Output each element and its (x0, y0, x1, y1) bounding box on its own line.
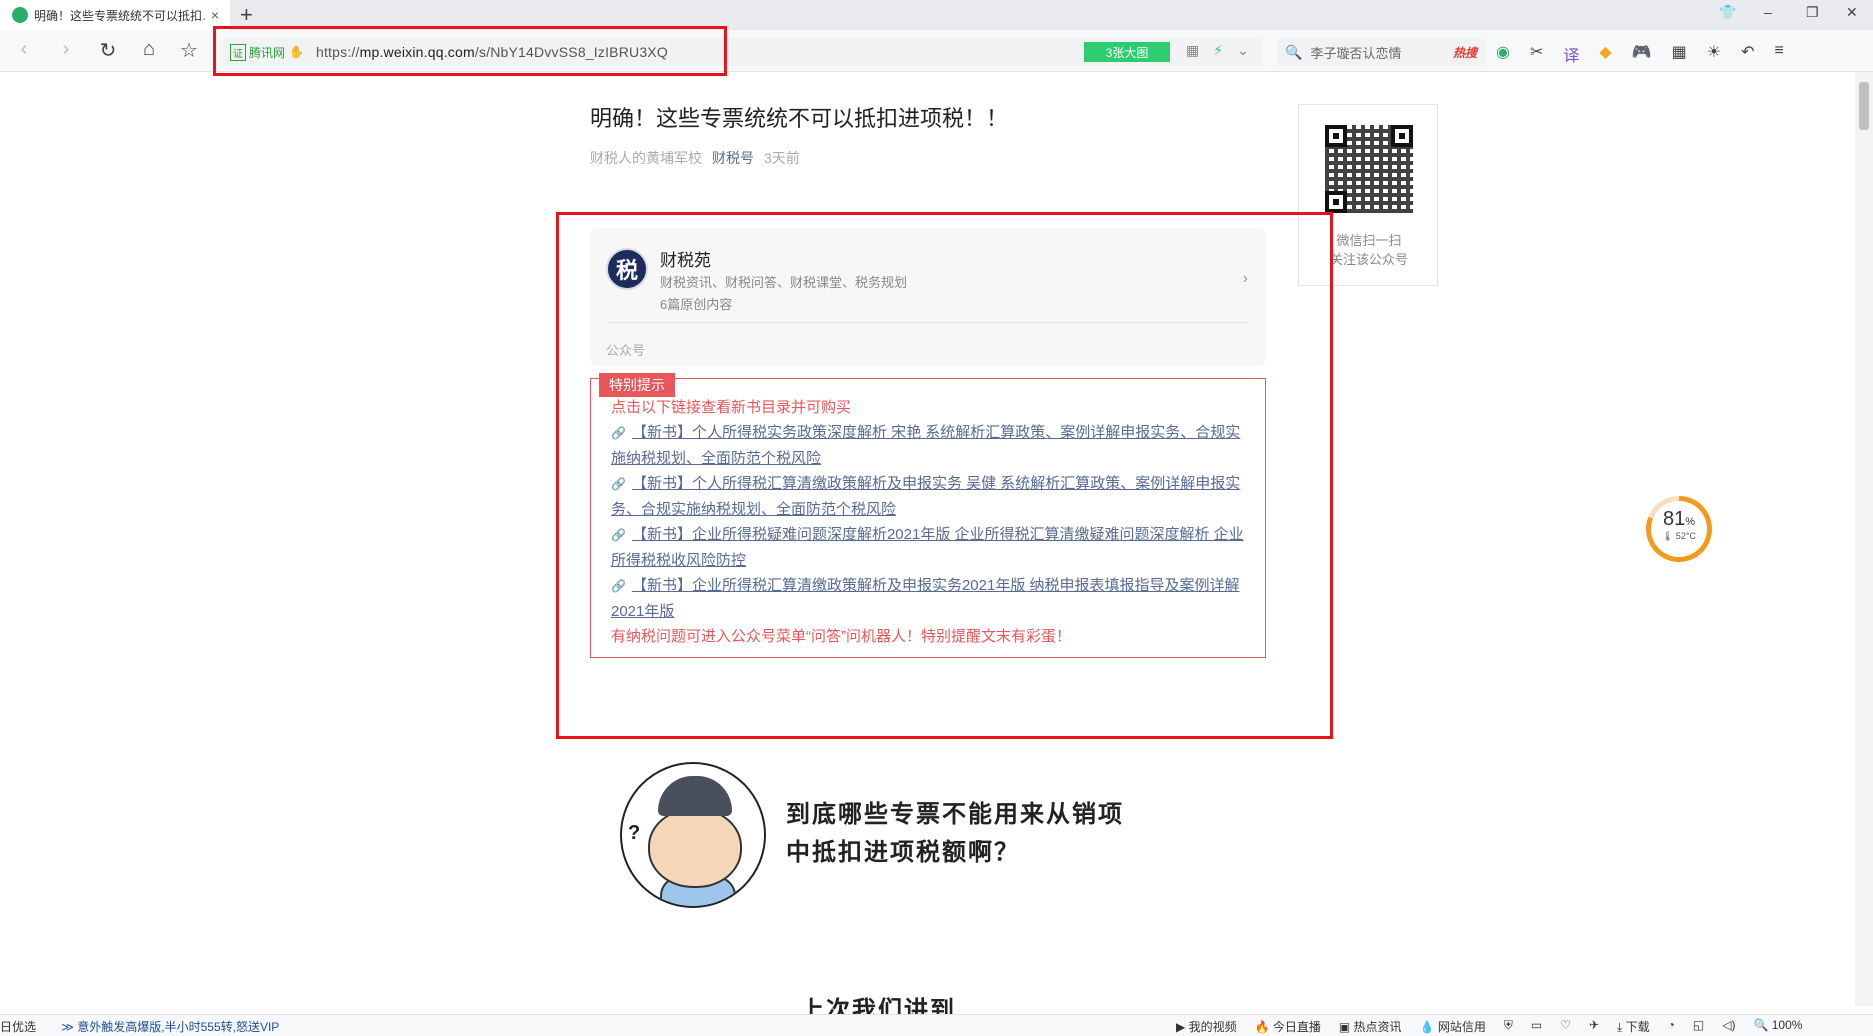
author: 财税人的黄埔军校 (590, 150, 702, 166)
gauge-value: 81% (1662, 508, 1696, 530)
article-title: 明确！这些专票统统不可以抵扣进项税！！ (590, 106, 1009, 131)
big-picture-button[interactable]: 3张大图 (1084, 42, 1170, 62)
question-icon: ? (628, 822, 641, 844)
back-button[interactable]: ‹ (12, 38, 36, 61)
minimize-button[interactable]: – (1764, 4, 1772, 20)
tab-title: 明确！这些专票统统不可以抵扣… (34, 8, 206, 23)
status-bar: 日优选 ≫ 意外触发高爆版,半小时555转,怒送VIP ▶ 我的视频 🔥 今日直… (0, 1014, 1873, 1036)
image-icon[interactable]: ▭ (1531, 1018, 1542, 1035)
cartoon-hat (658, 776, 732, 816)
article-meta: 财税人的黄埔军校 财税号 3天前 (590, 148, 1266, 168)
highlight-box-content (556, 212, 1333, 739)
illustration-text: 到底哪些专票不能用来从销项 中抵扣进项税额啊？ (786, 801, 1124, 866)
zoom-level[interactable]: 🔍 100% (1753, 1018, 1802, 1035)
qr-finder (1391, 125, 1413, 147)
hot-search-badge[interactable]: 热搜 (1453, 44, 1477, 61)
forward-button[interactable]: › (54, 38, 78, 61)
gauge-inner: 81% 🌡 52°C (1651, 501, 1707, 557)
highlight-box-address (213, 26, 727, 76)
live-button[interactable]: 🔥 今日直播 (1255, 1018, 1321, 1035)
qr-icon[interactable]: ▦ (1186, 42, 1199, 59)
brightness-icon[interactable]: ☀ (1707, 42, 1721, 66)
download-button[interactable]: ⤓ 下载 (1617, 1018, 1650, 1035)
tab-close-icon[interactable]: × (206, 7, 224, 23)
favorite-button[interactable]: ☆ (177, 38, 201, 63)
wechat-icon (12, 7, 28, 23)
search-icon: 🔍 (1285, 43, 1303, 60)
wechat-ext-icon[interactable]: ◉ (1496, 42, 1510, 66)
speed-icon[interactable]: ⚡ (1213, 42, 1223, 59)
article-illustration: ? 到底哪些专票不能用来从销项 中抵扣进项税额啊？ (596, 748, 1156, 960)
scroll-thumb[interactable] (1859, 82, 1869, 130)
article-header: 明确！这些专票统统不可以抵扣进项税！！ 财税人的黄埔军校 财税号 3天前 (590, 104, 1266, 168)
scissors-icon[interactable]: ✂ (1530, 42, 1543, 66)
tab-active[interactable]: 明确！这些专票统统不可以抵扣… × (0, 0, 230, 30)
shield-icon[interactable]: ⛨ (1504, 1018, 1513, 1035)
address-tools: ▦ ⚡ ⌄ (1186, 42, 1249, 59)
new-tab-button[interactable]: + (240, 2, 253, 28)
site-credit-button[interactable]: 💧 网站信用 (1420, 1018, 1486, 1035)
menu-icon[interactable]: ≡ (1775, 42, 1784, 66)
reload-button[interactable]: ↻ (96, 38, 120, 63)
status-left: 日优选 ≫ 意外触发高爆版,半小时555转,怒送VIP (0, 1018, 279, 1035)
chevron-down-icon[interactable]: ⌄ (1237, 42, 1249, 59)
heart-icon[interactable]: ♡ (1560, 1018, 1571, 1035)
home-button[interactable]: ⌂ (137, 38, 161, 61)
publish-time: 3天前 (764, 150, 800, 166)
hot-news-button[interactable]: ▣ 热点资讯 (1339, 1018, 1402, 1035)
performance-gauge[interactable]: 81% 🌡 52°C (1646, 496, 1712, 562)
extension-icons: ◉ ✂ 译 ◆ 🎮 ▦ ☀ ↶ ≡ (1496, 42, 1784, 66)
clock-icon[interactable]: ◔ (1668, 1018, 1675, 1035)
send-icon[interactable]: ✈ (1589, 1018, 1599, 1035)
my-video-button[interactable]: ▶ 我的视频 (1176, 1018, 1237, 1035)
status-news[interactable]: ≫ 意外触发高爆版,半小时555转,怒送VIP (61, 1020, 279, 1034)
coupon-icon[interactable]: ◆ (1599, 42, 1611, 66)
undo-icon[interactable]: ↶ (1741, 42, 1754, 66)
skin-icon[interactable]: 👕 (1719, 4, 1736, 21)
account-link[interactable]: 财税号 (712, 148, 754, 168)
search-box[interactable]: 🔍 李子璇否认恋情 热搜 (1277, 38, 1485, 66)
status-promo[interactable]: 日优选 (0, 1020, 36, 1034)
qr-finder (1325, 125, 1347, 147)
restore-button[interactable]: ❐ (1806, 4, 1819, 21)
scrollbar[interactable] (1855, 72, 1873, 1006)
search-input[interactable]: 李子璇否认恋情 (1310, 43, 1401, 62)
game-icon[interactable]: 🎮 (1632, 42, 1652, 66)
close-window-button[interactable]: ✕ (1846, 4, 1858, 21)
cartoon-head (648, 808, 742, 888)
qr-finder (1325, 191, 1347, 213)
volume-icon[interactable]: ◁) (1722, 1018, 1735, 1035)
cartoon-avatar: ? (620, 762, 766, 908)
window-icon[interactable]: ◱ (1693, 1018, 1704, 1035)
status-right: ▶ 我的视频 🔥 今日直播 ▣ 热点资讯 💧 网站信用 ⛨ ▭ ♡ ✈ ⤓ 下载… (1176, 1018, 1802, 1035)
gauge-temp: 🌡 52°C (1661, 531, 1697, 541)
translate-icon[interactable]: 译 (1563, 42, 1579, 66)
apps-icon[interactable]: ▦ (1672, 42, 1687, 66)
